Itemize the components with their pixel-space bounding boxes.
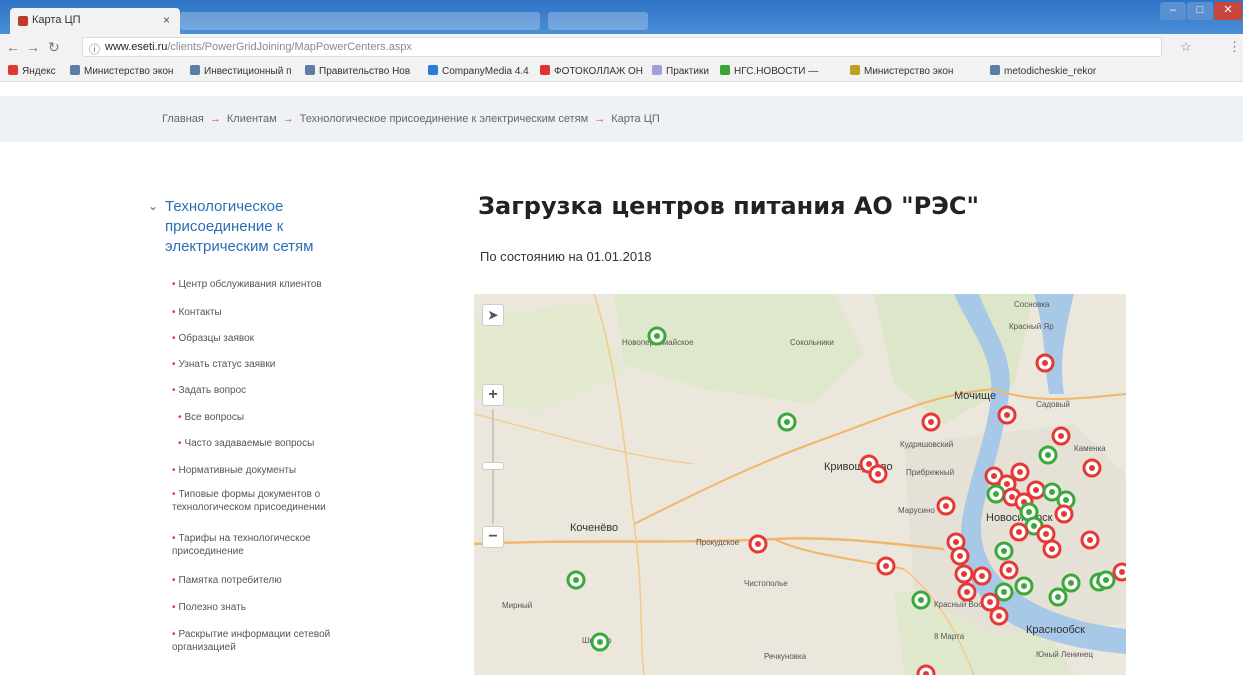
zoom-in-button[interactable]: +	[482, 384, 504, 406]
map-label: Садовый	[1036, 400, 1070, 409]
map-label: Прибрежный	[906, 468, 955, 477]
favicon-icon	[18, 16, 28, 26]
map-background	[474, 294, 1126, 675]
bookmark-item[interactable]: ФОТОКОЛЛАЖ ОН	[540, 65, 643, 77]
bookmark-icon	[652, 65, 662, 75]
page-subtitle: По состоянию на 01.01.2018	[480, 249, 652, 264]
sidebar-item[interactable]: • Памятка потребителю	[172, 574, 372, 587]
bookmark-icon	[428, 65, 438, 75]
sidebar-item[interactable]: • Образцы заявок	[172, 332, 372, 345]
sidebar-item[interactable]: • Контакты	[172, 306, 372, 319]
close-window-icon[interactable]: ✕	[1214, 2, 1242, 20]
sidebar-item[interactable]: • Задать вопрос	[172, 384, 372, 397]
sidebar-subitem[interactable]: • Часто задаваемые вопросы	[178, 437, 378, 450]
zoom-slider-handle[interactable]	[482, 462, 504, 470]
bookmark-item[interactable]: НГС.НОВОСТИ —	[720, 65, 818, 77]
sidebar-subitem[interactable]: • Все вопросы	[178, 411, 378, 424]
browser-toolbar: ← → ↻ ⓘ www.eseti.ru/clients/PowerGridJo…	[0, 34, 1243, 60]
map-label: Речкуновка	[764, 652, 807, 661]
chevron-down-icon[interactable]: ⌄	[148, 199, 158, 213]
browser-titlebar: Карта ЦП × – □ ✕	[0, 0, 1243, 34]
arrow-icon: →	[209, 113, 221, 125]
browser-tab[interactable]: Карта ЦП ×	[10, 8, 180, 34]
breadcrumb-home[interactable]: Главная	[162, 113, 204, 125]
map-label: Мочище	[954, 390, 997, 402]
breadcrumb-clients[interactable]: Клиентам	[227, 113, 277, 125]
arrow-icon: →	[594, 113, 606, 125]
map-label: Шилово	[582, 636, 612, 645]
bookmark-icon	[720, 65, 730, 75]
bookmark-icon	[540, 65, 550, 75]
bookmark-icon	[850, 65, 860, 75]
bookmark-item[interactable]: CompanyMedia 4.4	[428, 65, 529, 77]
sidebar-item[interactable]: • Типовые формы документов о технологичес…	[172, 488, 362, 514]
bookmark-icon	[70, 65, 80, 75]
tab-close-icon[interactable]: ×	[163, 13, 170, 27]
url-host: www.eseti.ru	[105, 41, 168, 53]
bookmark-item[interactable]: Министерство экон	[850, 65, 953, 77]
bookmark-icon	[8, 65, 18, 75]
browser-tab-other-2[interactable]	[548, 12, 648, 30]
menu-icon[interactable]: ⋮	[1228, 39, 1241, 55]
bookmark-item[interactable]: Инвестиционный п	[190, 65, 292, 77]
map-label: Чистополье	[744, 579, 788, 588]
map-label: Марусино	[898, 506, 935, 515]
breadcrumb: Главная → Клиентам → Технологическое присоед…	[162, 113, 660, 125]
maximize-icon[interactable]: □	[1187, 2, 1213, 20]
map-label: Новосибирск	[986, 512, 1053, 524]
bookmark-icon	[190, 65, 200, 75]
map-label: Кривощёково	[824, 461, 893, 473]
breadcrumb-tech-connection[interactable]: Технологическое присоединение к электрич…	[300, 113, 589, 125]
breadcrumb-bar: Главная → Клиентам → Технологическое присоед…	[0, 96, 1243, 142]
bookmark-item[interactable]: Правительство Нов	[305, 65, 410, 77]
bookmark-item[interactable]: Практики	[652, 65, 709, 77]
map-label: Каменка	[1074, 444, 1106, 453]
power-centers-map[interactable]: Новопервомайское Сокольники Кудряшовский…	[474, 294, 1126, 675]
map-label: Прокудское	[696, 538, 740, 547]
bookmarks-bar: Яндекс Министерство экон Инвестиционный …	[0, 60, 1243, 82]
map-label: Коченёво	[570, 522, 619, 534]
tab-title: Карта ЦП	[32, 14, 81, 26]
breadcrumb-current: Карта ЦП	[611, 113, 660, 125]
sidebar-item[interactable]: • Раскрытие информации сетевой организаци…	[172, 628, 352, 654]
reload-icon[interactable]: ↻	[48, 39, 60, 56]
back-icon[interactable]: ←	[6, 39, 20, 55]
map-label: 8 Марта	[934, 632, 965, 641]
sidebar-heading[interactable]: Технологическое присоединение к электрич…	[165, 197, 365, 257]
map-label: Кудряшовский	[900, 440, 954, 449]
sidebar-item[interactable]: • Центр обслуживания клиентов	[172, 278, 372, 291]
sidebar-item[interactable]: • Тарифы на технологическое присоединение	[172, 532, 342, 558]
bookmark-star-icon[interactable]: ☆	[1180, 39, 1192, 55]
map-label: Новопервомайское	[622, 338, 694, 347]
url-path: /clients/PowerGridJoining/MapPowerCenter…	[167, 41, 412, 53]
sidebar-item[interactable]: • Узнать статус заявки	[172, 358, 372, 371]
geolocation-icon[interactable]: ➤	[482, 304, 504, 326]
info-icon: ⓘ	[89, 44, 100, 56]
bookmark-item[interactable]: Министерство экон	[70, 65, 173, 77]
sidebar-item[interactable]: • Полезно знать	[172, 601, 372, 614]
address-bar[interactable]: ⓘ www.eseti.ru/clients/PowerGridJoining/…	[82, 37, 1162, 57]
map-label: Сокольники	[790, 338, 834, 347]
sidebar-item[interactable]: • Нормативные документы	[172, 464, 372, 477]
browser-tab-other[interactable]	[180, 12, 540, 30]
map-label: Юный Ленинец	[1036, 650, 1093, 659]
map-label: Мирный	[502, 601, 533, 610]
bookmark-item[interactable]: metodicheskie_rekor	[990, 65, 1096, 77]
map-label: Сосновка	[1014, 300, 1050, 309]
zoom-out-button[interactable]: −	[482, 526, 504, 548]
page-title: Загрузка центров питания АО "РЭС"	[478, 192, 979, 220]
bookmark-icon	[990, 65, 1000, 75]
map-label: Краснообск	[1026, 624, 1085, 636]
map-label: Красный Восток	[934, 600, 994, 609]
minimize-icon[interactable]: –	[1160, 2, 1186, 20]
forward-icon[interactable]: →	[26, 39, 40, 55]
map-label: Красный Яр	[1009, 322, 1054, 331]
arrow-icon: →	[282, 113, 294, 125]
bookmark-icon	[305, 65, 315, 75]
bookmark-item[interactable]: Яндекс	[8, 65, 56, 77]
